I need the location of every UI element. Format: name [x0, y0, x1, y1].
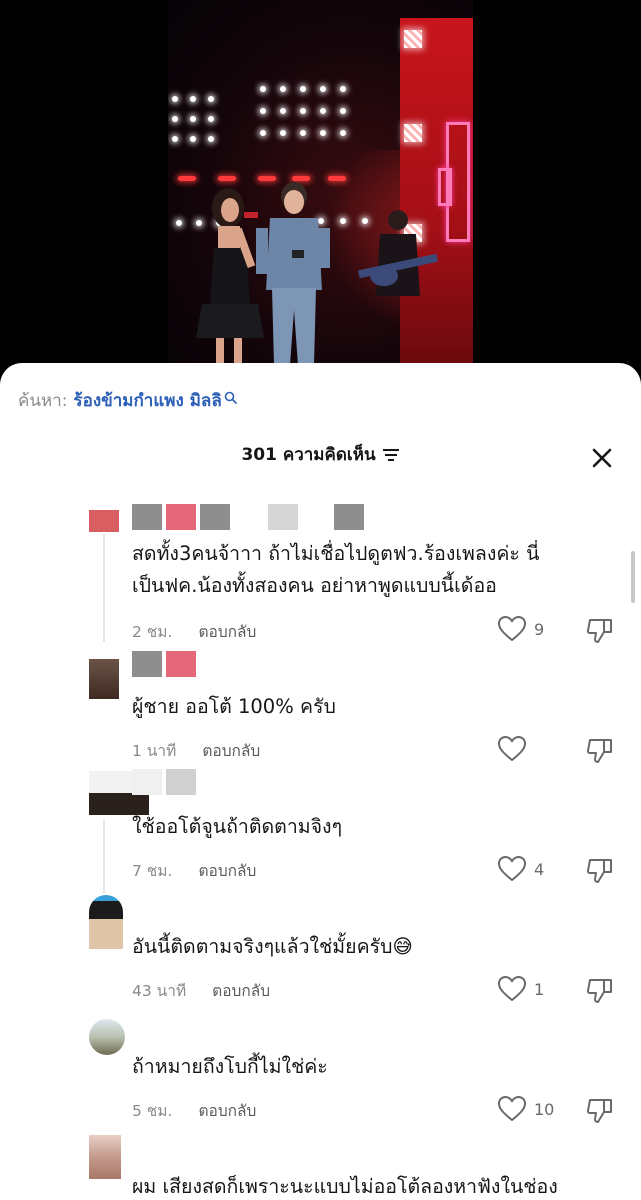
comments-sheet: ค้นหา: ร้องข้ามกำแพง มิลลิ 301 ความคิดเห…	[0, 363, 641, 1200]
thumbs-down-icon[interactable]	[586, 856, 614, 884]
comment-text: ผู้ชาย ออโต้ 100% ครับ	[132, 695, 336, 718]
comment-item: สดทั้ง3คนจ้าาา ถ้าไม่เชื่อไปดูตฟว.ร้องเพ…	[0, 500, 641, 650]
comments-count-title[interactable]: 301 ความคิดเห็น	[241, 439, 399, 471]
close-icon[interactable]	[589, 445, 615, 471]
heart-icon	[498, 1096, 526, 1122]
guitarist	[358, 210, 438, 296]
search-label: ค้นหา:	[18, 391, 68, 411]
thread-line	[103, 819, 105, 893]
avatar[interactable]	[89, 659, 119, 699]
avatar[interactable]	[89, 510, 119, 532]
like-count: 10	[534, 1099, 555, 1119]
comment-text: อันนี้ติดตามจริงๆแล้วใช่มั้ยครับ😅	[132, 935, 413, 958]
comment-text: ผม เสียงสดก็เพราะนะแบบไม่ออโต้ลองหาฟังใน…	[132, 1175, 558, 1198]
comment-meta: 5 ชม. ตอบกลับ	[132, 1098, 256, 1123]
thumbs-down-icon[interactable]	[586, 736, 614, 764]
comment-time: 43 นาที	[132, 982, 187, 1000]
comment-text: ใช้ออโต้จูนถ้าติดตามจิงๆ	[132, 815, 343, 838]
heart-icon	[498, 856, 526, 882]
heart-icon	[498, 976, 526, 1002]
username-redacted[interactable]	[132, 769, 196, 795]
like-count: 9	[534, 619, 545, 639]
filter-icon[interactable]	[382, 448, 400, 462]
like-count: 4	[534, 859, 545, 879]
avatar[interactable]	[89, 895, 123, 949]
comment-meta: 2 ชม. ตอบกลับ	[132, 619, 256, 644]
reply-button[interactable]: ตอบกลับ	[202, 738, 260, 763]
reply-button[interactable]: ตอบกลับ	[212, 978, 270, 1003]
search-suggestion[interactable]: ค้นหา: ร้องข้ามกำแพง มิลลิ	[18, 387, 238, 414]
comment-item: ผู้ชาย ออโต้ 100% ครับ 1 นาที ตอบกลับ	[0, 651, 641, 773]
like-count: 1	[534, 979, 545, 999]
like-button[interactable]	[498, 736, 534, 762]
comment-item: อันนี้ติดตามจริงๆแล้วใช่มั้ยครับ😅 43 นาท…	[0, 893, 641, 1013]
thumbs-down-icon[interactable]	[586, 1096, 614, 1124]
comment-item: ใช้ออโต้จูนถ้าติดตามจิงๆ 7 ชม. ตอบกลับ 4	[0, 769, 641, 893]
performer-man	[256, 182, 330, 365]
comment-time: 1 นาที	[132, 742, 177, 760]
username-redacted[interactable]	[132, 504, 364, 530]
comment-meta: 1 นาที ตอบกลับ	[132, 738, 260, 763]
comment-meta: 7 ชม. ตอบกลับ	[132, 858, 256, 883]
comment-time: 2 ชม.	[132, 623, 173, 641]
thumbs-down-icon[interactable]	[586, 976, 614, 1004]
thread-line	[103, 534, 105, 642]
reply-button[interactable]: ตอบกลับ	[198, 1098, 256, 1123]
comment-item: ถ้าหมายถึงโบกี้ไม่ใช่ค่ะ 5 ชม. ตอบกลับ 1…	[0, 1013, 641, 1133]
comment-time: 5 ชม.	[132, 1102, 173, 1120]
avatar[interactable]	[89, 1135, 121, 1179]
like-button[interactable]: 4	[498, 856, 544, 882]
comment-text: สดทั้ง3คนจ้าาา ถ้าไม่เชื่อไปดูตฟว.ร้องเพ…	[132, 542, 540, 597]
comment-item: ผม เสียงสดก็เพราะนะแบบไม่ออโต้ลองหาฟังใน…	[0, 1133, 641, 1200]
comment-text: ถ้าหมายถึงโบกี้ไม่ใช่ค่ะ	[132, 1055, 328, 1078]
heart-icon	[498, 616, 526, 642]
username-redacted[interactable]	[132, 651, 196, 677]
search-icon	[224, 391, 237, 404]
avatar[interactable]	[89, 1019, 125, 1055]
comments-header: 301 ความคิดเห็น	[0, 439, 641, 475]
video-player[interactable]	[168, 0, 473, 365]
comments-count: 301 ความคิดเห็น	[241, 445, 376, 465]
comment-time: 7 ชม.	[132, 862, 173, 880]
search-query[interactable]: ร้องข้ามกำแพง มิลลิ	[73, 387, 221, 414]
like-button[interactable]: 10	[498, 1096, 554, 1122]
like-button[interactable]: 9	[498, 616, 544, 642]
comment-meta: 43 นาที ตอบกลับ	[132, 978, 270, 1003]
thumbs-down-icon[interactable]	[586, 616, 614, 644]
reply-button[interactable]: ตอบกลับ	[198, 619, 256, 644]
reply-button[interactable]: ตอบกลับ	[198, 858, 256, 883]
like-button[interactable]: 1	[498, 976, 544, 1002]
heart-icon	[498, 736, 526, 762]
